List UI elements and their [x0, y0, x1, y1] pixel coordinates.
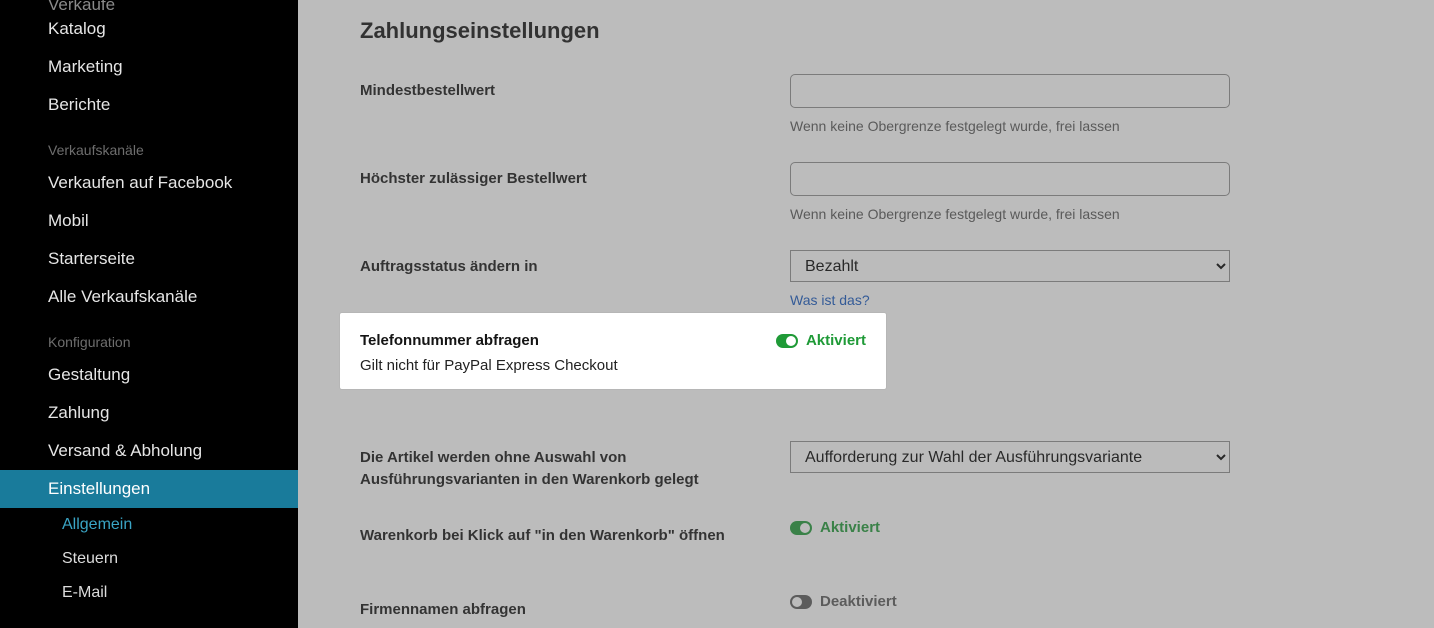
toggle-track-icon — [776, 334, 798, 348]
sidebar-subitem-email[interactable]: E-Mail — [0, 576, 298, 610]
sidebar-item-berichte[interactable]: Berichte — [0, 86, 298, 124]
sidebar-section-channels: Verkaufskanäle — [0, 124, 298, 164]
row-min-order: Mindestbestellwert Wenn keine Obergrenze… — [360, 74, 1434, 134]
sidebar-item-einstellungen[interactable]: Einstellungen — [0, 470, 298, 508]
sidebar-item-zahlung[interactable]: Zahlung — [0, 394, 298, 432]
input-max-order[interactable] — [790, 162, 1230, 196]
label-phone: Telefonnummer abfragen — [360, 332, 539, 349]
sidebar-item-marketing[interactable]: Marketing — [0, 48, 298, 86]
page-title: Zahlungseinstellungen — [360, 0, 1434, 74]
sidebar-item-facebook[interactable]: Verkaufen auf Facebook — [0, 164, 298, 202]
sidebar-item-mobil[interactable]: Mobil — [0, 202, 298, 240]
sidebar-subitem-allgemein[interactable]: Allgemein — [0, 508, 298, 542]
label-max-order: Höchster zulässiger Bestellwert — [360, 162, 790, 190]
select-order-status[interactable]: Bezahlt — [790, 250, 1230, 282]
sidebar-item-partial: Verkäufe — [0, 0, 298, 10]
label-min-order: Mindestbestellwert — [360, 74, 790, 102]
row-open-cart: Warenkorb bei Klick auf "in den Warenkor… — [360, 519, 1434, 565]
toggle-phone-label: Aktiviert — [806, 332, 866, 349]
help-max-order: Wenn keine Obergrenze festgelegt wurde, … — [790, 206, 1236, 222]
toggle-phone[interactable]: Aktiviert — [776, 332, 866, 349]
sidebar-item-katalog[interactable]: Katalog — [0, 10, 298, 48]
sidebar: Verkäufe Katalog Marketing Berichte Verk… — [0, 0, 298, 628]
sidebar-item-alle-kanaele[interactable]: Alle Verkaufskanäle — [0, 278, 298, 316]
row-max-order: Höchster zulässiger Bestellwert Wenn kei… — [360, 162, 1434, 222]
label-open-cart: Warenkorb bei Klick auf "in den Warenkor… — [360, 519, 790, 547]
app-root: Verkäufe Katalog Marketing Berichte Verk… — [0, 0, 1434, 628]
label-variants: Die Artikel werden ohne Auswahl von Ausf… — [360, 441, 790, 491]
select-variants[interactable]: Aufforderung zur Wahl der Ausführungsvar… — [790, 441, 1230, 473]
label-phone-sub: Gilt nicht für PayPal Express Checkout — [360, 357, 866, 374]
row-company: Firmennamen abfragen Deaktiviert — [360, 593, 1434, 628]
sidebar-section-config: Konfiguration — [0, 316, 298, 356]
sidebar-item-starterseite[interactable]: Starterseite — [0, 240, 298, 278]
toggle-track-icon — [790, 595, 812, 609]
toggle-track-icon — [790, 521, 812, 535]
label-order-status: Auftragsstatus ändern in — [360, 250, 790, 278]
sidebar-item-versand[interactable]: Versand & Abholung — [0, 432, 298, 470]
sidebar-item-gestaltung[interactable]: Gestaltung — [0, 356, 298, 394]
spotlight-phone-row: Telefonnummer abfragen Aktiviert Gilt ni… — [340, 313, 886, 389]
toggle-open-cart[interactable]: Aktiviert — [790, 519, 880, 536]
link-what-is-this[interactable]: Was ist das? — [790, 292, 870, 308]
row-order-status: Auftragsstatus ändern in Bezahlt Was ist… — [360, 250, 1434, 309]
toggle-company[interactable]: Deaktiviert — [790, 593, 897, 610]
sidebar-subitem-steuern[interactable]: Steuern — [0, 542, 298, 576]
toggle-open-cart-label: Aktiviert — [820, 519, 880, 536]
help-min-order: Wenn keine Obergrenze festgelegt wurde, … — [790, 118, 1236, 134]
label-company: Firmennamen abfragen — [360, 593, 790, 621]
toggle-company-label: Deaktiviert — [820, 593, 897, 610]
input-min-order[interactable] — [790, 74, 1230, 108]
row-variants: Die Artikel werden ohne Auswahl von Ausf… — [360, 441, 1434, 491]
